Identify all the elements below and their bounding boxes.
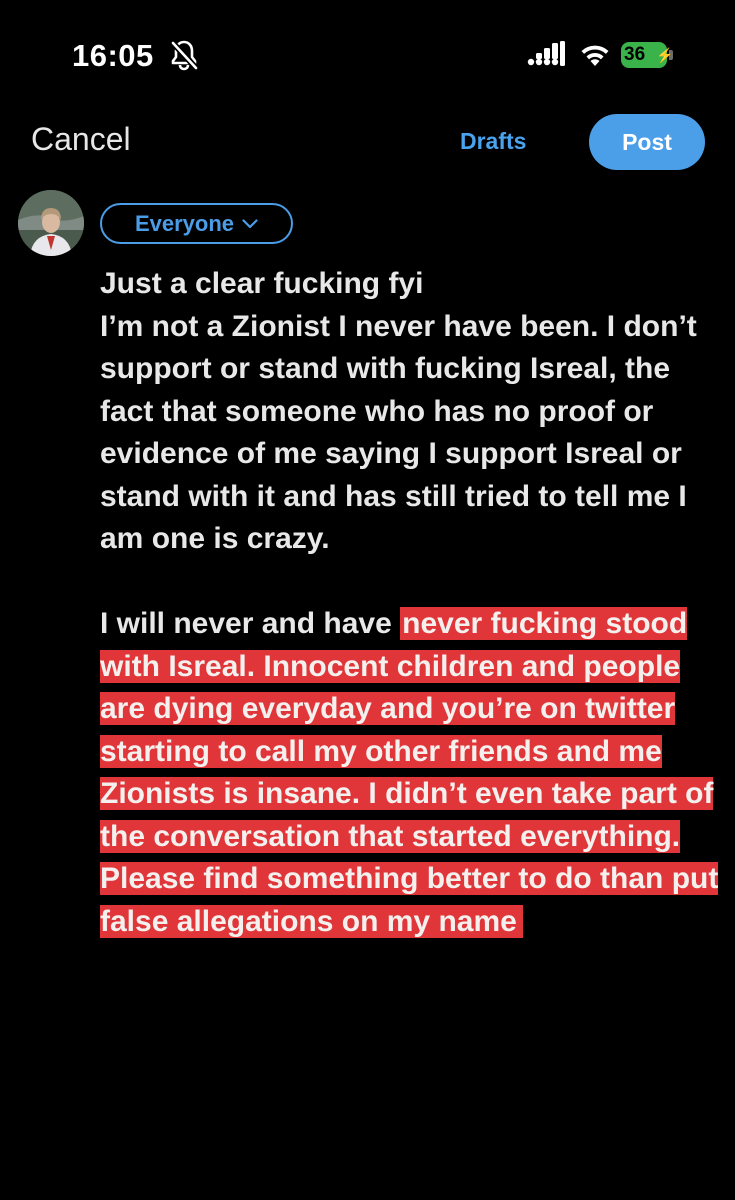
post-text-area[interactable]: Just a clear fucking fyi I’m not a Zioni… <box>100 263 725 943</box>
audience-selector[interactable]: Everyone <box>100 203 293 244</box>
post-button[interactable]: Post <box>589 114 705 170</box>
status-bar: 16:05 36 ⚡ <box>0 0 735 110</box>
battery-level: 36 <box>624 44 646 65</box>
cellular-signal-icon <box>527 41 565 66</box>
unselected-text: I will never and have <box>100 607 401 640</box>
avatar-image <box>18 190 84 256</box>
battery-icon: 36 ⚡ <box>621 42 673 68</box>
avatar[interactable] <box>18 190 84 256</box>
post-paragraph-1: Just a clear fucking fyi I’m not a Zioni… <box>100 267 697 555</box>
cancel-button[interactable]: Cancel <box>31 121 131 158</box>
clock: 16:05 <box>72 38 154 73</box>
chevron-down-icon <box>242 218 258 228</box>
post-paragraph-2: I will never and have never fucking stoo… <box>100 603 725 943</box>
drafts-button[interactable]: Drafts <box>460 128 526 155</box>
audience-label: Everyone <box>134 210 235 236</box>
wifi-icon <box>581 45 609 66</box>
bell-slash-icon <box>170 40 199 71</box>
selected-text-highlight: never fucking stood with Isreal. Innocen… <box>100 607 719 938</box>
